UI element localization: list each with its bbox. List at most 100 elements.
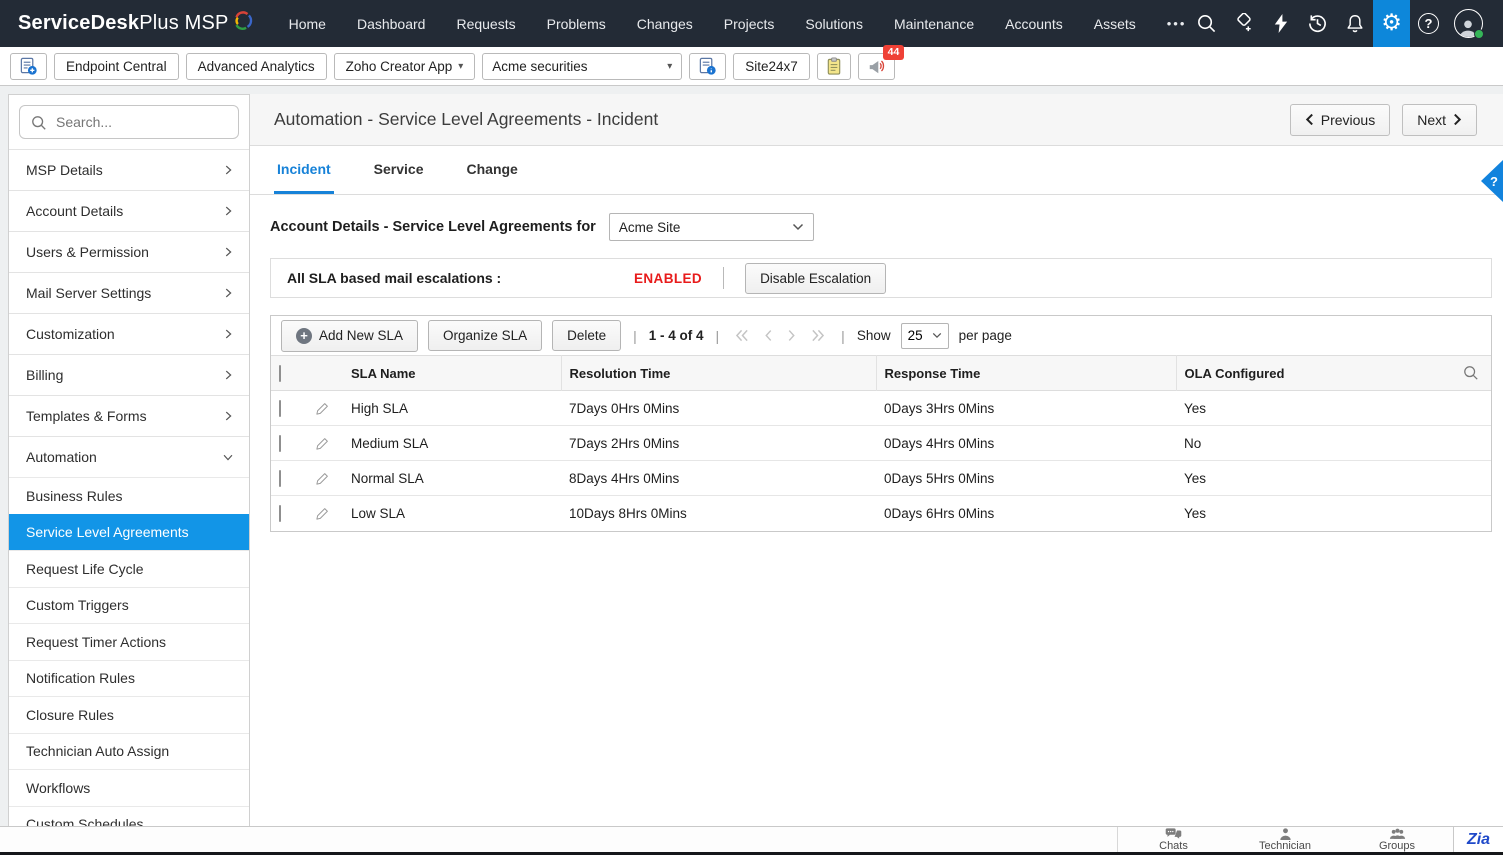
nav-item-solutions[interactable]: Solutions [805, 16, 863, 32]
sidebar-item-templates-forms[interactable]: Templates & Forms [9, 395, 249, 436]
site-select[interactable]: Acme Site [608, 213, 814, 241]
nav-item-home[interactable]: Home [289, 16, 326, 32]
cell-resolution-time: 8Days 4Hrs 0Mins [569, 470, 680, 486]
sidebar-item-workflows[interactable]: Workflows [9, 769, 249, 806]
user-avatar[interactable] [1447, 0, 1489, 47]
table-row[interactable]: Medium SLA 7Days 2Hrs 0Mins 0Days 4Hrs 0… [271, 426, 1491, 461]
prev-page-icon[interactable] [764, 329, 773, 342]
chevron-right-icon [225, 370, 232, 380]
edit-pencil-icon[interactable] [315, 506, 330, 524]
nav-item-projects[interactable]: Projects [724, 16, 775, 32]
nav-item-changes[interactable]: Changes [637, 16, 693, 32]
nav-item-accounts[interactable]: Accounts [1005, 16, 1063, 32]
chevron-right-icon [225, 329, 232, 339]
groups-button[interactable]: Groups [1341, 827, 1453, 852]
table-search-icon[interactable] [1463, 365, 1479, 384]
table-row[interactable]: High SLA 7Days 0Hrs 0Mins 0Days 3Hrs 0Mi… [271, 391, 1491, 426]
table-row[interactable]: Normal SLA 8Days 4Hrs 0Mins 0Days 5Hrs 0… [271, 461, 1491, 496]
col-header-response-time: Response Time [876, 355, 1177, 391]
pagination-range: 1 - 4 of 4 [648, 328, 704, 343]
help-icon[interactable]: ? [1410, 0, 1447, 47]
nav-item-problems[interactable]: Problems [547, 16, 606, 32]
quick-actions-icon[interactable] [1262, 0, 1299, 47]
tab-incident[interactable]: Incident [274, 146, 334, 194]
first-page-icon[interactable] [735, 329, 750, 342]
technician-button[interactable]: Technician [1229, 827, 1341, 852]
logo-text-bold: ServiceDesk [18, 12, 140, 34]
organize-sla-button[interactable]: Organize SLA [428, 320, 543, 351]
zoho-creator-app-button[interactable]: Zoho Creator App ▾ [333, 52, 476, 80]
logo-swirl-icon [234, 10, 252, 30]
new-request-doc-button[interactable] [10, 52, 47, 80]
tab-change[interactable]: Change [464, 146, 521, 194]
chevron-down-icon [932, 332, 941, 339]
site24x7-button[interactable]: Site24x7 [733, 52, 810, 80]
previous-button[interactable]: Previous [1289, 103, 1391, 136]
page-title: Automation - Service Level Agreements - … [274, 109, 659, 129]
add-new-sla-button[interactable]: + Add New SLA [281, 319, 419, 352]
nav-item-requests[interactable]: Requests [456, 16, 515, 32]
sidebar-item-business-rules[interactable]: Business Rules [9, 477, 249, 514]
row-checkbox[interactable] [279, 434, 281, 452]
nav-item-assets[interactable]: Assets [1094, 16, 1136, 32]
zia-button[interactable]: Zia [1453, 827, 1503, 852]
chevron-down-icon [792, 223, 803, 231]
last-page-icon[interactable] [810, 329, 825, 342]
delete-button[interactable]: Delete [552, 320, 622, 351]
advanced-analytics-button[interactable]: Advanced Analytics [185, 52, 327, 80]
sidebar-item-users-permission[interactable]: Users & Permission [9, 231, 249, 272]
nav-item-dashboard[interactable]: Dashboard [357, 16, 426, 32]
caret-down-icon: ▾ [458, 60, 464, 72]
next-page-icon[interactable] [787, 329, 796, 342]
row-checkbox[interactable] [279, 469, 281, 487]
sidebar-item-technician-auto-assign[interactable]: Technician Auto Assign [9, 732, 249, 770]
sidebar-item-msp-details[interactable]: MSP Details [9, 149, 249, 190]
edit-pencil-icon[interactable] [315, 436, 330, 454]
sidebar-item-service-level-agreements[interactable]: Service Level Agreements [9, 513, 249, 550]
tab-service[interactable]: Service [371, 146, 427, 194]
sidebar-item-customization[interactable]: Customization [9, 313, 249, 354]
select-all-checkbox[interactable] [279, 364, 281, 382]
announcements-button[interactable]: 44 [857, 44, 904, 80]
sidebar-item-request-timer-actions[interactable]: Request Timer Actions [9, 623, 249, 660]
table-row[interactable]: Low SLA 10Days 8Hrs 0Mins 0Days 6Hrs 0Mi… [271, 496, 1491, 531]
sidebar-item-account-details[interactable]: Account Details [9, 190, 249, 231]
account-info-doc-button[interactable] [689, 52, 727, 80]
sidebar-item-mail-server-settings[interactable]: Mail Server Settings [9, 272, 249, 313]
row-checkbox[interactable] [279, 399, 281, 417]
disable-escalation-button[interactable]: Disable Escalation [745, 262, 887, 294]
sla-table: SLA Name Resolution Time Response Time O… [271, 355, 1491, 531]
account-dropdown[interactable]: Acme securities ▾ [482, 52, 683, 80]
chats-button[interactable]: Chats [1117, 827, 1229, 852]
clipboard-notes-button[interactable] [816, 52, 851, 80]
main-panel: Automation - Service Level Agreements - … [250, 94, 1503, 855]
search-icon[interactable] [1188, 0, 1225, 47]
nav-more-icon[interactable]: ••• [1167, 16, 1187, 31]
chevron-left-icon [1305, 113, 1313, 126]
nav-item-maintenance[interactable]: Maintenance [894, 16, 974, 32]
sidebar-item-request-life-cycle[interactable]: Request Life Cycle [9, 550, 249, 587]
edit-pencil-icon[interactable] [315, 471, 330, 489]
page-size-select[interactable]: 25 [900, 322, 949, 349]
technician-person-icon [1279, 828, 1291, 840]
doc-info-icon [700, 57, 716, 75]
edit-pencil-icon[interactable] [315, 401, 330, 419]
chevron-right-icon [1454, 113, 1462, 126]
whats-new-icon[interactable] [1225, 0, 1262, 47]
sidebar-search [9, 95, 249, 149]
sidebar-item-notification-rules[interactable]: Notification Rules [9, 659, 249, 697]
sidebar-item-custom-triggers[interactable]: Custom Triggers [9, 586, 249, 624]
sidebar-item-closure-rules[interactable]: Closure Rules [9, 696, 249, 733]
chevron-right-icon [225, 288, 232, 298]
notifications-bell-icon[interactable] [1336, 0, 1373, 47]
cell-sla-name: Low SLA [351, 505, 406, 521]
content-area: Account Details - Service Level Agreemen… [250, 195, 1503, 532]
history-icon[interactable] [1299, 0, 1336, 47]
settings-gear-icon[interactable]: ⚙ [1373, 0, 1410, 47]
row-checkbox[interactable] [279, 504, 281, 522]
endpoint-central-button[interactable]: Endpoint Central [54, 52, 179, 80]
sidebar-item-automation[interactable]: Automation [9, 436, 249, 477]
sidebar-search-input[interactable] [19, 105, 239, 139]
next-button[interactable]: Next [1402, 103, 1477, 136]
sidebar-item-billing[interactable]: Billing [9, 354, 249, 395]
